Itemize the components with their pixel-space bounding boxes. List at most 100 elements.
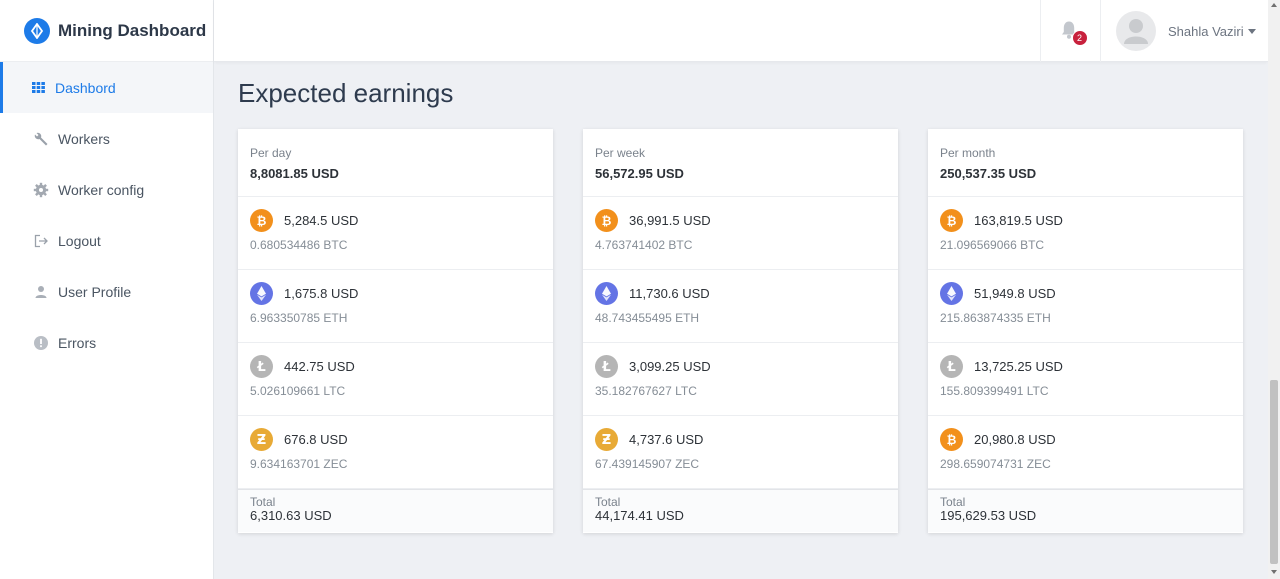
diamond-logo-icon (24, 17, 50, 44)
svg-text:Ƶ: Ƶ (602, 433, 611, 448)
period-total: 250,537.35 USD (940, 166, 1037, 181)
sidebar-item-label: Logout (58, 232, 101, 249)
list-item: ₿ 163,819.5 USD 21.096569066 BTC (928, 197, 1243, 270)
total-value: 6,310.63 USD (250, 508, 332, 523)
svg-text:₿: ₿ (947, 433, 957, 447)
grid-icon (30, 80, 46, 96)
gear-icon (33, 182, 49, 198)
sidebar-item-errors[interactable]: Errors (0, 317, 213, 368)
litecoin-icon: Ł (595, 355, 618, 378)
list-item: Ƶ 4,737.6 USD 67.439145907 ZEC (583, 416, 898, 489)
card-header: Per day 8,8081.85 USD (238, 129, 553, 197)
bitcoin-icon: ₿ (940, 428, 963, 451)
crypto-amount: 155.809399491 LTC (940, 384, 1049, 398)
list-item: ₿ 5,284.5 USD 0.680534486 BTC (238, 197, 553, 270)
crypto-amount: 35.182767627 LTC (595, 384, 697, 398)
zcash-icon: Ƶ (250, 428, 273, 451)
list-item: 11,730.6 USD 48.743455495 ETH (583, 270, 898, 343)
period-total: 56,572.95 USD (595, 166, 684, 181)
list-item: Ƶ 676.8 USD 9.634163701 ZEC (238, 416, 553, 489)
svg-text:Ł: Ł (601, 360, 610, 375)
zcash-icon: Ƶ (595, 428, 618, 451)
scrollbar[interactable] (1268, 0, 1280, 579)
sidebar-nav: Dashbord Workers Worker config Logout Us… (0, 62, 213, 368)
crypto-amount: 21.096569066 BTC (940, 238, 1045, 252)
crypto-amount: 9.634163701 ZEC (250, 457, 348, 471)
sidebar-item-label: Workers (58, 130, 110, 147)
period-label: Per day (250, 146, 292, 160)
card-footer: Total 6,310.63 USD (238, 489, 553, 532)
bitcoin-icon: ₿ (595, 209, 618, 232)
list-item: 51,949.8 USD 215.863874335 ETH (928, 270, 1243, 343)
crypto-amount: 48.743455495 ETH (595, 311, 700, 325)
user-icon (33, 284, 49, 300)
topbar: 2 Shahla Vaziri (214, 0, 1268, 62)
brand[interactable]: Mining Dashboard (0, 0, 213, 62)
earnings-card: Per month 250,537.35 USD ₿ 163,819.5 USD 21.… (928, 129, 1243, 533)
usd-amount: 13,725.25 USD (974, 359, 1063, 374)
crypto-amount: 6.963350785 ETH (250, 311, 348, 325)
scroll-up-icon[interactable] (1271, 3, 1277, 7)
period-total: 8,8081.85 USD (250, 166, 339, 181)
crypto-amount: 298.659074731 ZEC (940, 457, 1051, 471)
scroll-thumb[interactable] (1270, 380, 1278, 564)
sidebar-item-user-profile[interactable]: User Profile (0, 266, 213, 317)
chevron-down-icon (1247, 28, 1256, 34)
list-item: Ł 13,725.25 USD 155.809399491 LTC (928, 343, 1243, 416)
usd-amount: 20,980.8 USD (974, 432, 1056, 447)
avatar (1116, 11, 1156, 51)
usd-amount: 676.8 USD (284, 432, 348, 447)
sidebar-item-label: Errors (58, 334, 97, 351)
card-header: Per month 250,537.35 USD (928, 129, 1243, 197)
card-footer: Total 44,174.41 USD (583, 489, 898, 532)
scroll-down-icon[interactable] (1271, 570, 1277, 574)
usd-amount: 11,730.6 USD (629, 286, 710, 301)
crypto-amount: 67.439145907 ZEC (595, 457, 700, 471)
period-label: Per month (940, 146, 996, 160)
card-footer: Total 195,629.53 USD (928, 489, 1243, 532)
crypto-amount: 5.026109661 LTC (250, 384, 346, 398)
total-value: 195,629.53 USD (940, 508, 1037, 523)
page-title: Expected earnings (238, 78, 454, 108)
usd-amount: 3,099.25 USD (629, 359, 711, 374)
litecoin-icon: Ł (940, 355, 963, 378)
earnings-card: Per week 56,572.95 USD ₿ 36,991.5 USD 4.7637… (583, 129, 898, 533)
user-menu[interactable]: Shahla Vaziri (1116, 0, 1256, 62)
card-header: Per week 56,572.95 USD (583, 129, 898, 197)
sidebar-item-label: User Profile (58, 283, 132, 300)
bitcoin-icon: ₿ (940, 209, 963, 232)
usd-amount: 5,284.5 USD (284, 213, 359, 228)
bitcoin-icon: ₿ (250, 209, 273, 232)
notifications-button[interactable]: 2 (1040, 0, 1101, 62)
sidebar-item-dashboard[interactable]: Dashbord (0, 62, 213, 113)
list-item: Ł 3,099.25 USD 35.182767627 LTC (583, 343, 898, 416)
svg-text:₿: ₿ (257, 214, 267, 228)
svg-text:₿: ₿ (602, 214, 612, 228)
sidebar-item-label: Dashbord (55, 79, 116, 96)
sidebar-item-workers[interactable]: Workers (0, 113, 213, 164)
list-item: Ł 442.75 USD 5.026109661 LTC (238, 343, 553, 416)
svg-text:₿: ₿ (947, 214, 957, 228)
usd-amount: 51,949.8 USD (974, 286, 1056, 301)
wrench-icon (33, 131, 49, 147)
svg-text:Ƶ: Ƶ (257, 433, 266, 448)
total-value: 44,174.41 USD (595, 508, 684, 523)
brand-title: Mining Dashboard (58, 20, 207, 40)
crypto-amount: 215.863874335 ETH (940, 311, 1051, 325)
earnings-card: Per day 8,8081.85 USD ₿ 5,284.5 USD 0.680534… (238, 129, 553, 533)
list-item: ₿ 36,991.5 USD 4.763741402 BTC (583, 197, 898, 270)
usd-amount: 163,819.5 USD (974, 213, 1063, 228)
logout-icon (33, 233, 49, 249)
sidebar-item-label: Worker config (58, 181, 145, 198)
ethereum-icon (595, 282, 618, 305)
crypto-amount: 0.680534486 BTC (250, 238, 348, 252)
notification-badge: 2 (1071, 30, 1088, 46)
svg-text:Ł: Ł (946, 360, 955, 375)
svg-text:Ł: Ł (256, 360, 265, 375)
usd-amount: 36,991.5 USD (629, 213, 711, 228)
period-label: Per week (595, 146, 646, 160)
list-item: ₿ 20,980.8 USD 298.659074731 ZEC (928, 416, 1243, 489)
sidebar-item-logout[interactable]: Logout (0, 215, 213, 266)
sidebar-item-worker-config[interactable]: Worker config (0, 164, 213, 215)
usd-amount: 1,675.8 USD (284, 286, 359, 301)
